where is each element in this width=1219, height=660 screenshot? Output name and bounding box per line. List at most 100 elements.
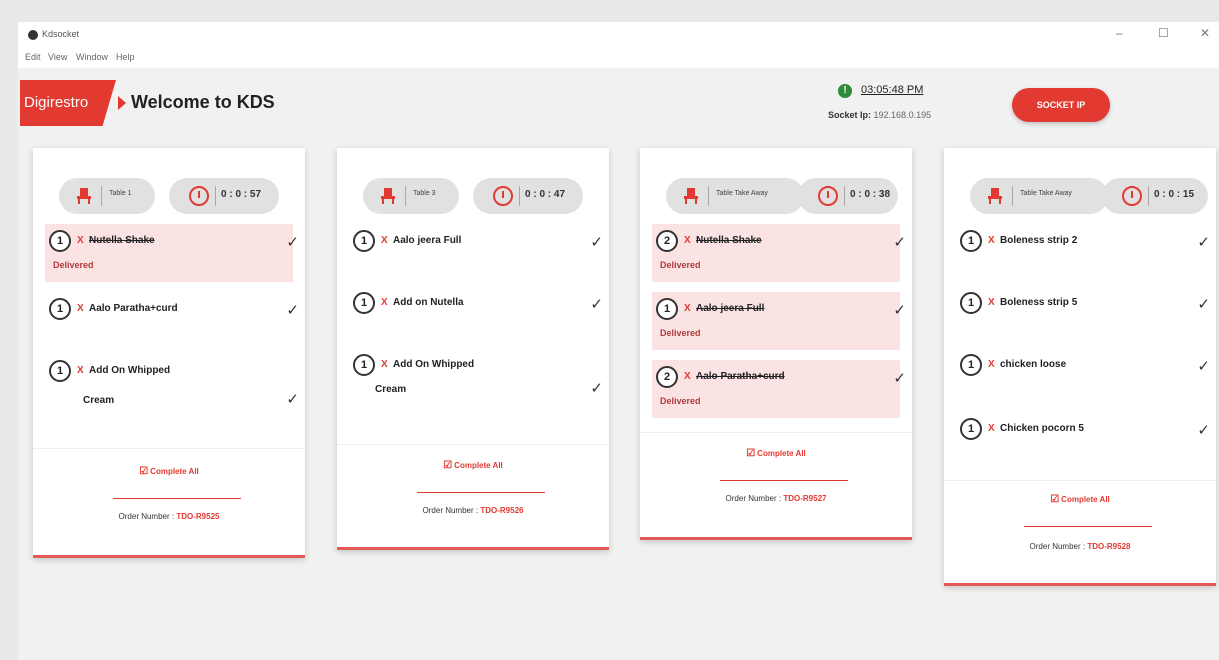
quantity-badge: 1 [960,418,982,440]
complete-all-button[interactable]: ☑ Complete All [33,466,305,477]
order-item[interactable]: 1 X Aalo jeera Full ✓ [349,224,603,258]
order-number-line: Order Number : TDO-R9525 [33,512,305,521]
checklist-icon: ☑ [443,460,453,471]
order-number-label: Order Number : [1029,542,1086,551]
quantity-badge: 2 [656,366,678,388]
menu-edit[interactable]: Edit [25,52,41,62]
order-item[interactable]: 1 X Add On Whipped Cream ✓ [349,348,603,408]
divider [337,444,609,445]
complete-all-button[interactable]: ☑ Complete All [640,448,912,459]
order-card: Table 1 0 : 0 : 57 1 X Nutella Shake Del… [33,148,305,558]
check-icon[interactable]: ✓ [590,233,603,251]
chip-divider [844,186,845,206]
order-item[interactable]: 1 X Chicken pocorn 5 ✓ [956,412,1210,446]
order-item[interactable]: 1 X Boleness strip 2 ✓ [956,224,1210,258]
elapsed-timer: 0 : 0 : 47 [525,189,566,200]
timer-chip: 0 : 0 : 38 [798,178,898,214]
table-name: Table 1 [109,190,132,197]
app-icon [28,30,38,40]
item-name: Aalo Paratha+curd [89,303,178,314]
complete-all-label: Complete All [1061,495,1110,504]
check-icon[interactable]: ✓ [893,233,906,251]
check-icon[interactable]: ✓ [286,301,299,319]
check-icon[interactable]: ✓ [286,233,299,251]
order-item[interactable]: 1 X Aalo jeera Full Delivered ✓ [652,292,906,350]
item-name: Aalo jeera Full [393,235,462,246]
check-icon[interactable]: ✓ [1197,295,1210,313]
order-number: TDO-R9528 [1087,542,1131,551]
socket-ip-button[interactable]: SOCKET IP [1012,88,1110,122]
menu-view[interactable]: View [48,52,67,62]
complete-all-button[interactable]: ☑ Complete All [944,494,1216,505]
maximize-button[interactable]: ☐ [1158,26,1169,40]
times-symbol: X [381,359,388,370]
item-name: Aalo Paratha+curd [696,371,785,382]
item-name-continued: Cream [375,384,407,395]
check-icon[interactable]: ✓ [893,301,906,319]
divider [33,448,305,449]
item-name: Boleness strip 5 [1000,297,1078,308]
times-symbol: X [381,235,388,246]
check-icon[interactable]: ✓ [590,379,603,397]
item-name: Add On Whipped [89,365,171,376]
item-name: Aalo jeera Full [696,303,765,314]
order-item[interactable]: 1 X Boleness strip 5 ✓ [956,286,1210,320]
check-icon[interactable]: ✓ [893,369,906,387]
complete-all-label: Complete All [454,461,503,470]
check-icon[interactable]: ✓ [286,390,299,408]
menu-help[interactable]: Help [116,52,135,62]
check-icon[interactable]: ✓ [1197,233,1210,251]
order-item[interactable]: 1 X Add on Nutella ✓ [349,286,603,320]
order-item[interactable]: 1 X chicken loose ✓ [956,348,1210,382]
quantity-badge: 1 [49,360,71,382]
page-title: Welcome to KDS [131,92,275,112]
order-number: TDO-R9525 [176,512,220,521]
socket-ip-label: Socket Ip: 192.168.0.195 [828,110,931,120]
title-bar: Kdsocket – ☐ ✕ [18,22,1219,48]
check-icon[interactable]: ✓ [1197,357,1210,375]
chip-divider [1148,186,1149,206]
checklist-icon: ☑ [746,448,756,459]
item-name: Chicken pocorn 5 [1000,423,1084,434]
check-icon[interactable]: ✓ [590,295,603,313]
chip-divider [708,186,709,206]
item-name-continued: Cream [83,395,115,406]
table-chip: Table 3 [363,178,459,214]
chip-divider [1012,186,1013,206]
check-icon[interactable]: ✓ [1197,421,1210,439]
chip-divider [405,186,406,206]
clock-icon [818,186,838,206]
order-item[interactable]: 2 X Nutella Shake Delivered ✓ [652,224,906,282]
order-card: Table Take Away 0 : 0 : 15 1 X Boleness … [944,148,1216,586]
minimize-button[interactable]: – [1116,26,1123,40]
times-symbol: X [988,359,995,370]
item-name: Nutella Shake [89,235,155,246]
close-button[interactable]: ✕ [1200,26,1210,40]
times-symbol: X [77,303,84,314]
order-item[interactable]: 2 X Aalo Paratha+curd Delivered ✓ [652,360,906,418]
quantity-badge: 1 [353,354,375,376]
order-number-label: Order Number : [118,512,175,521]
order-number-line: Order Number : TDO-R9528 [944,542,1216,551]
checklist-icon: ☑ [139,466,149,477]
brand-logo: Digirestro [20,80,116,126]
red-rule [720,480,848,481]
menu-window[interactable]: Window [76,52,108,62]
red-rule [1024,526,1152,527]
order-item[interactable]: 1 X Aalo Paratha+curd ✓ [45,292,299,326]
item-name: chicken loose [1000,359,1067,370]
chip-divider [519,186,520,206]
logo-arrow-icon [118,96,126,110]
quantity-badge: 1 [353,230,375,252]
item-name: Add on Nutella [393,297,464,308]
clock-icon [1122,186,1142,206]
chip-divider [215,186,216,206]
complete-all-button[interactable]: ☑ Complete All [337,460,609,471]
order-item[interactable]: 1 X Add On Whipped Cream ✓ [45,354,299,414]
quantity-badge: 1 [960,230,982,252]
order-item[interactable]: 1 X Nutella Shake Delivered ✓ [45,224,299,282]
socket-ip-value: 192.168.0.195 [873,110,932,120]
red-rule [417,492,545,493]
chair-icon [381,188,395,204]
times-symbol: X [988,423,995,434]
